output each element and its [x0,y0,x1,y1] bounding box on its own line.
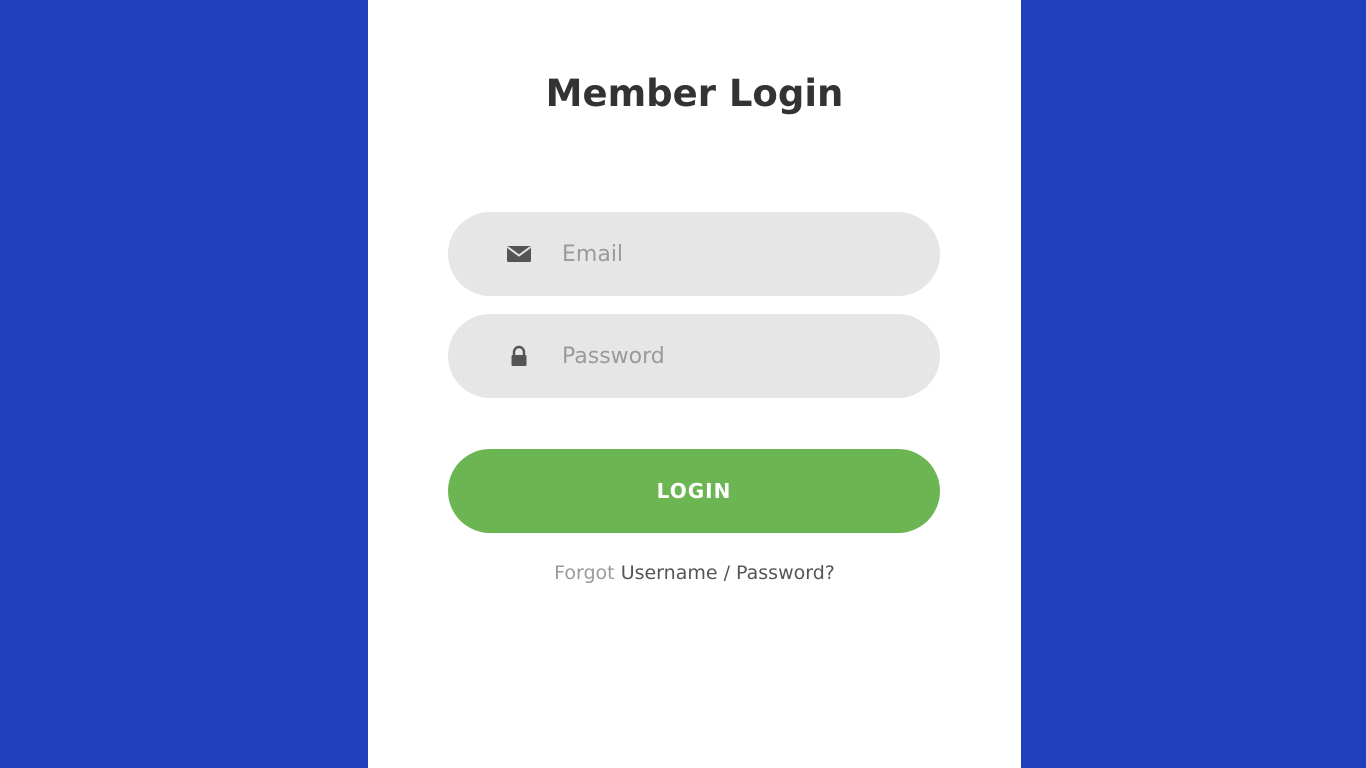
page-title: Member Login [545,72,844,115]
email-field[interactable] [448,212,940,296]
login-card: Member Login LOGIN Forgot Username / Pas… [368,0,1021,768]
email-input[interactable] [562,212,902,296]
lock-icon [511,345,527,366]
password-input[interactable] [562,314,902,398]
envelope-icon [506,246,532,262]
password-field[interactable] [448,314,940,398]
login-button[interactable]: LOGIN [448,449,940,533]
page-background: Member Login LOGIN Forgot Username / Pas… [0,0,1366,768]
forgot-credentials-link[interactable]: Username / Password? [621,562,835,584]
forgot-credentials: Forgot Username / Password? [368,562,1021,584]
forgot-prefix: Forgot [554,562,615,584]
